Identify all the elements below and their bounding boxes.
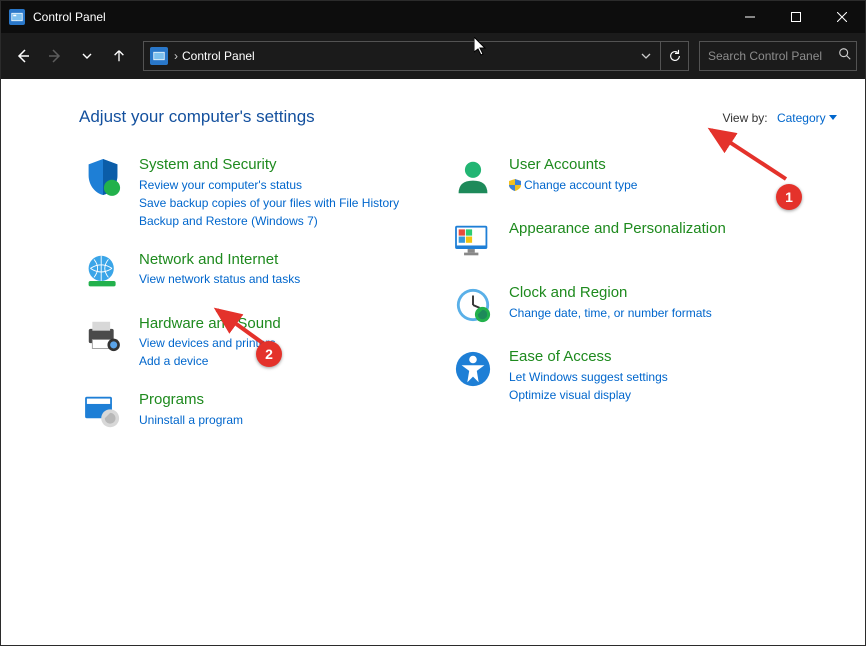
- right-column: User AccountsChange account typeAppearan…: [451, 155, 801, 454]
- category-item: Appearance and Personalization: [451, 219, 801, 263]
- category-columns: System and SecurityReview your computer'…: [81, 155, 837, 454]
- back-button[interactable]: [9, 42, 37, 70]
- refresh-button[interactable]: [660, 42, 688, 70]
- category-body: Network and InternetView network status …: [139, 250, 431, 294]
- category-title[interactable]: Clock and Region: [509, 283, 801, 303]
- category-item: ProgramsUninstall a program: [81, 390, 431, 434]
- ease-icon: [451, 347, 495, 391]
- category-body: ProgramsUninstall a program: [139, 390, 431, 434]
- appearance-icon: [451, 219, 495, 263]
- category-body: Clock and RegionChange date, time, or nu…: [509, 283, 801, 327]
- category-link[interactable]: Save backup copies of your files with Fi…: [139, 194, 431, 212]
- address-dropdown-icon[interactable]: [632, 51, 660, 61]
- category-title[interactable]: Network and Internet: [139, 250, 431, 270]
- category-item: Ease of AccessLet Windows suggest settin…: [451, 347, 801, 404]
- maximize-button[interactable]: [773, 1, 819, 33]
- category-title[interactable]: Programs: [139, 390, 431, 410]
- user-icon: [451, 155, 495, 199]
- category-item: Clock and RegionChange date, time, or nu…: [451, 283, 801, 327]
- search-icon[interactable]: [838, 47, 852, 66]
- content-area: Adjust your computer's settings View by:…: [1, 79, 865, 645]
- breadcrumb-text[interactable]: Control Panel: [182, 49, 632, 63]
- annotation-arrow-2: [209, 304, 279, 354]
- system-icon: [81, 155, 125, 199]
- app-icon: [9, 9, 25, 25]
- up-button[interactable]: [105, 42, 133, 70]
- category-item: System and SecurityReview your computer'…: [81, 155, 431, 230]
- breadcrumb-separator-icon: ›: [174, 49, 178, 63]
- page-heading: Adjust your computer's settings: [79, 107, 315, 127]
- address-bar[interactable]: › Control Panel: [143, 41, 689, 71]
- category-body: System and SecurityReview your computer'…: [139, 155, 431, 230]
- navigation-bar: › Control Panel: [1, 33, 865, 79]
- hardware-icon: [81, 314, 125, 358]
- network-icon: [81, 250, 125, 294]
- category-title[interactable]: Appearance and Personalization: [509, 219, 801, 239]
- category-body: Appearance and Personalization: [509, 219, 801, 263]
- view-by: View by: Category: [722, 111, 837, 125]
- search-input[interactable]: [708, 49, 838, 63]
- window-controls: [727, 1, 865, 33]
- category-item: Network and InternetView network status …: [81, 250, 431, 294]
- search-box[interactable]: [699, 41, 857, 71]
- forward-button[interactable]: [41, 42, 69, 70]
- address-icon: [150, 47, 168, 65]
- view-by-label: View by:: [722, 111, 767, 125]
- category-link[interactable]: Add a device: [139, 352, 431, 370]
- titlebar: Control Panel: [1, 1, 865, 33]
- view-by-dropdown[interactable]: Category: [777, 111, 837, 125]
- recent-locations-button[interactable]: [73, 42, 101, 70]
- category-link[interactable]: Backup and Restore (Windows 7): [139, 212, 431, 230]
- category-link[interactable]: Let Windows suggest settings: [509, 368, 801, 386]
- category-title[interactable]: Hardware and Sound: [139, 314, 431, 334]
- category-link[interactable]: Optimize visual display: [509, 386, 801, 404]
- close-button[interactable]: [819, 1, 865, 33]
- clock-icon: [451, 283, 495, 327]
- programs-icon: [81, 390, 125, 434]
- minimize-button[interactable]: [727, 1, 773, 33]
- category-link[interactable]: View network status and tasks: [139, 270, 431, 288]
- category-body: Ease of AccessLet Windows suggest settin…: [509, 347, 801, 404]
- window-title: Control Panel: [33, 10, 106, 24]
- control-panel-window: Control Panel › Control Panel Adjust you…: [0, 0, 866, 646]
- category-body: Hardware and SoundView devices and print…: [139, 314, 431, 371]
- category-link[interactable]: Uninstall a program: [139, 411, 431, 429]
- annotation-arrow-1: [701, 124, 801, 194]
- category-link[interactable]: Review your computer's status: [139, 176, 431, 194]
- category-link[interactable]: Change date, time, or number formats: [509, 304, 801, 322]
- category-title[interactable]: System and Security: [139, 155, 431, 175]
- category-link[interactable]: View devices and printers: [139, 334, 431, 352]
- category-title[interactable]: Ease of Access: [509, 347, 801, 367]
